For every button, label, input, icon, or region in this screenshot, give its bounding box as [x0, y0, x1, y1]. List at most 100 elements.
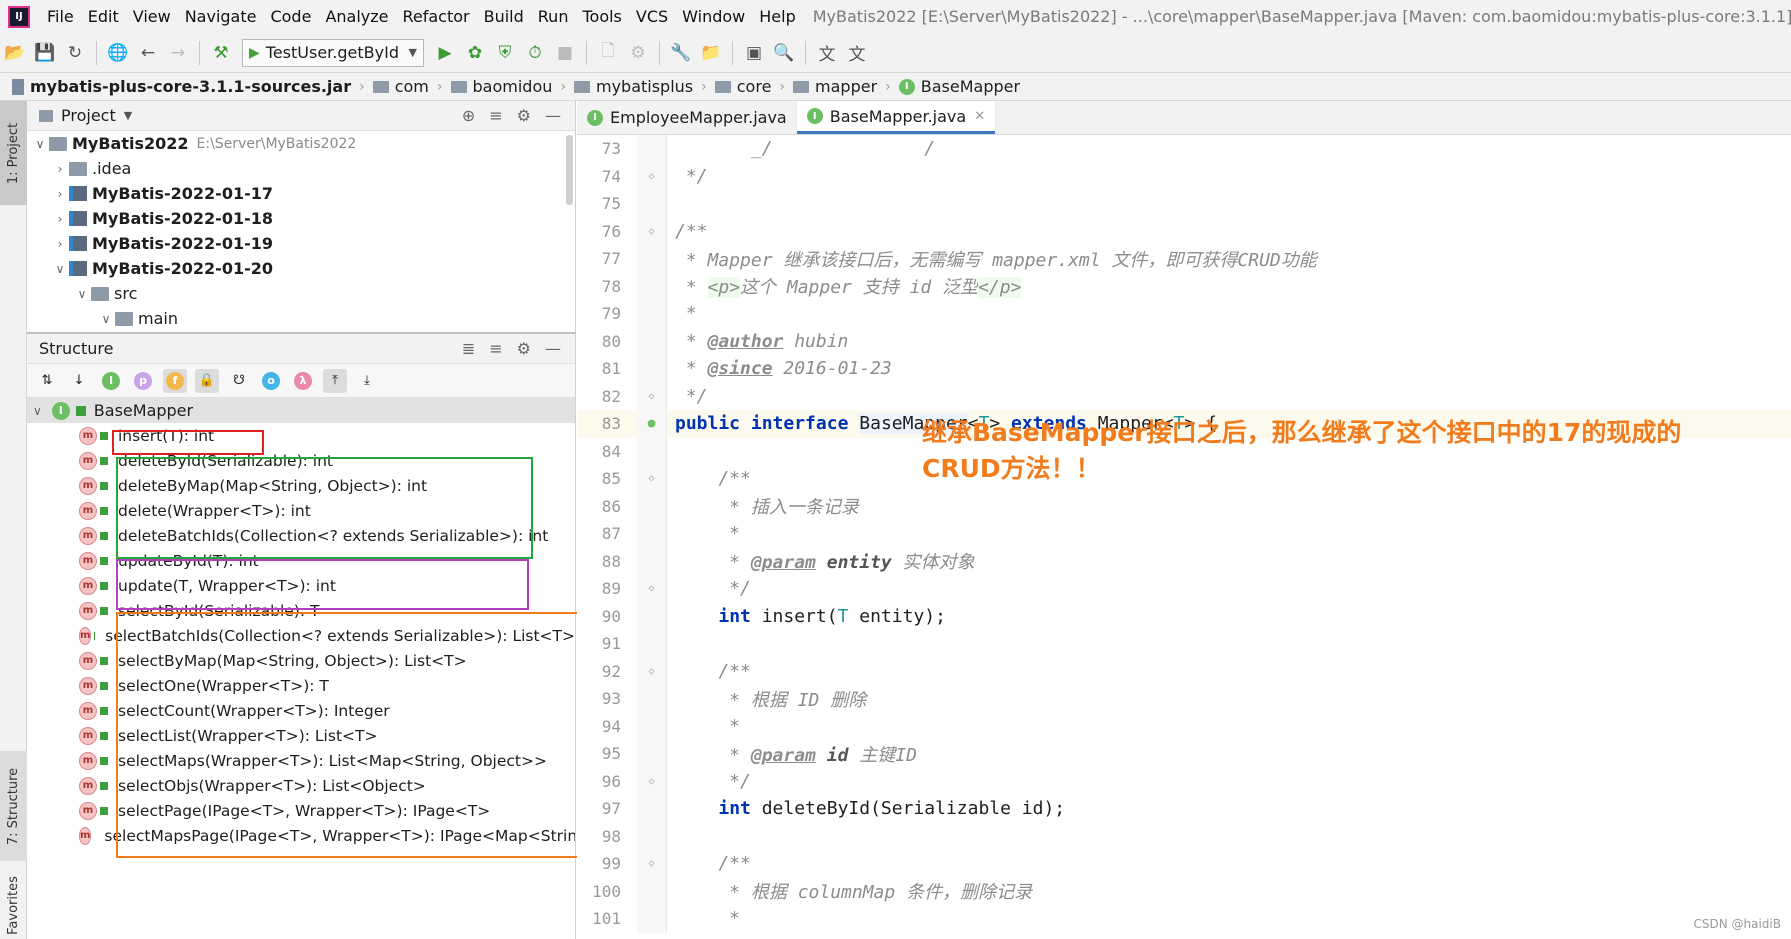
code-line[interactable]: 95 * @param id 主键ID — [577, 740, 1791, 768]
method-item-selectmaps[interactable]: m selectMaps(Wrapper<T>): List<Map<String… — [27, 748, 575, 773]
tree-item-main[interactable]: ∨ main — [27, 306, 575, 331]
gutter-marker[interactable]: ◇ — [637, 217, 667, 245]
code-line[interactable]: 89 ◇ */ — [577, 575, 1791, 603]
chevron-down-icon[interactable]: ∨ — [51, 262, 69, 276]
code-line[interactable]: 73 _/ / — [577, 135, 1791, 163]
build-hammer-icon[interactable]: ⚒ — [206, 39, 236, 67]
gutter-marker[interactable] — [637, 547, 667, 575]
code-line[interactable]: 77 * Mapper 继承该接口后，无需编写 mapper.xml 文件，即可… — [577, 245, 1791, 273]
menu-view[interactable]: View — [126, 7, 178, 26]
breadcrumb-core[interactable]: core — [714, 77, 771, 96]
code-line[interactable]: 93 * 根据 ID 删除 — [577, 685, 1791, 713]
code-line[interactable]: 79 * — [577, 300, 1791, 328]
method-item-update[interactable]: m update(T, Wrapper<T>): int — [27, 573, 575, 598]
gutter-marker[interactable] — [637, 602, 667, 630]
code-area[interactable]: 73 _/ / 74 ◇ */ 75 76 ◇ /** 77 * Mapper 继承该接口后，… — [577, 135, 1791, 933]
sort-by-visibility-icon[interactable]: ⇅ — [35, 369, 59, 393]
gutter-marker[interactable] — [637, 437, 667, 465]
gutter-marker[interactable] — [637, 740, 667, 768]
profile-icon[interactable]: ⏱ — [520, 39, 550, 67]
gutter-marker[interactable]: ◇ — [637, 575, 667, 603]
gutter-marker[interactable]: ◇ — [637, 382, 667, 410]
breadcrumb-com[interactable]: com — [372, 77, 429, 96]
menu-edit[interactable]: Edit — [81, 7, 126, 26]
code-line[interactable]: 75 — [577, 190, 1791, 218]
gutter-marker[interactable]: ◇ — [637, 162, 667, 190]
code-line[interactable]: 92 ◇ /** — [577, 657, 1791, 685]
code-line[interactable]: 99 ◇ /** — [577, 850, 1791, 878]
tree-item-module[interactable]: › MyBatis-2022-01-18 — [27, 206, 575, 231]
run-icon[interactable]: ▶ — [430, 39, 460, 67]
code-line[interactable]: 91 — [577, 630, 1791, 658]
method-item-selectone[interactable]: m selectOne(Wrapper<T>): T — [27, 673, 575, 698]
breadcrumb-baomidou[interactable]: baomidou — [450, 77, 552, 96]
code-line[interactable]: 81 * @since 2016-01-23 — [577, 355, 1791, 383]
tab-base-mapper[interactable]: I BaseMapper.java ✕ — [796, 101, 996, 134]
wrench-settings-icon[interactable]: 🔧 — [666, 39, 696, 67]
structure-tool-tab[interactable]: 7: Structure — [0, 751, 27, 861]
method-item-insert[interactable]: m insert(T): int — [27, 423, 575, 448]
code-line[interactable]: 94 * — [577, 712, 1791, 740]
gutter-marker[interactable]: ◇ — [637, 657, 667, 685]
method-item-selectbyid[interactable]: m selectById(Serializable): T — [27, 598, 575, 623]
gutter-marker[interactable]: ◇ — [637, 767, 667, 795]
minimize-icon[interactable]: — — [545, 106, 561, 125]
breadcrumb-jar[interactable]: mybatis-plus-core-3.1.1-sources.jar — [12, 77, 351, 96]
code-line[interactable]: 82 ◇ */ — [577, 382, 1791, 410]
stop-icon[interactable]: ■ — [550, 39, 580, 67]
method-item-selectobjs[interactable]: m selectObjs(Wrapper<T>): List<Object> — [27, 773, 575, 798]
tree-item-module[interactable]: › MyBatis-2022-01-19 — [27, 231, 575, 256]
code-line[interactable]: 97 int deleteById(Serializable id); — [577, 795, 1791, 823]
method-item-selectpage[interactable]: m selectPage(IPage<T>, Wrapper<T>): IPage… — [27, 798, 575, 823]
tree-item-idea[interactable]: › .idea — [27, 156, 575, 181]
method-item-selectbymap[interactable]: m selectByMap(Map<String, Object>): List<… — [27, 648, 575, 673]
translate-replace-icon[interactable]: 文 — [842, 39, 872, 67]
gutter-marker[interactable] — [637, 822, 667, 850]
chevron-right-icon[interactable]: › — [51, 162, 69, 176]
method-item-deletebymap[interactable]: m deleteByMap(Map<String, Object>): int — [27, 473, 575, 498]
project-structure-icon[interactable]: 📁 — [696, 39, 726, 67]
code-line[interactable]: 96 ◇ */ — [577, 767, 1791, 795]
back-arrow-icon[interactable]: ← — [133, 39, 163, 67]
gutter-marker[interactable]: ◇ — [637, 850, 667, 878]
sort-alphabetically-icon[interactable]: ↓ — [67, 369, 91, 393]
method-item-selectbatchids[interactable]: m selectBatchIds(Collection<? extends Ser… — [27, 623, 575, 648]
tab-employee-mapper[interactable]: I EmployeeMapper.java — [577, 101, 797, 134]
globe-icon[interactable]: 🌐 — [103, 39, 133, 67]
menu-help[interactable]: Help — [752, 7, 802, 26]
collapse-all-icon[interactable]: ≡ — [489, 339, 502, 358]
show-hierarchy-icon[interactable]: ☋ — [227, 369, 251, 393]
gear-icon[interactable]: ⚙ — [517, 106, 531, 125]
structure-root[interactable]: ∨ I BaseMapper — [27, 398, 575, 423]
code-line[interactable]: 87 * — [577, 520, 1791, 548]
gutter-marker[interactable] — [637, 712, 667, 740]
code-line[interactable]: 74 ◇ */ — [577, 162, 1791, 190]
menu-vcs[interactable]: VCS — [629, 7, 675, 26]
chevron-right-icon[interactable]: › — [51, 187, 69, 201]
coverage-icon[interactable]: ⛨ — [490, 39, 520, 67]
menu-navigate[interactable]: Navigate — [178, 7, 264, 26]
show-non-public-lock-icon[interactable]: 🔒 — [195, 368, 219, 393]
autoscroll-to-source-icon[interactable]: ⤒ — [323, 368, 347, 393]
minimize-icon[interactable]: — — [545, 339, 561, 358]
gear-icon[interactable]: ⚙ — [517, 339, 531, 358]
method-item-updatebyid[interactable]: m updateById(T): int — [27, 548, 575, 573]
code-line[interactable]: 100 * 根据 columnMap 条件，删除记录 — [577, 877, 1791, 905]
code-line[interactable]: 76 ◇ /** — [577, 217, 1791, 245]
menu-file[interactable]: File — [40, 7, 81, 26]
menu-analyze[interactable]: Analyze — [318, 7, 395, 26]
expand-all-icon[interactable]: ≣ — [462, 339, 475, 358]
debug-bug-icon[interactable]: ✿ — [460, 39, 490, 67]
gutter-marker[interactable] — [637, 135, 667, 163]
project-tool-tab[interactable]: 1: Project — [0, 101, 27, 205]
chevron-right-icon[interactable]: › — [51, 237, 69, 251]
project-panel-title[interactable]: Project — [61, 106, 116, 125]
show-fields-icon[interactable]: f — [163, 368, 187, 393]
tree-item-root[interactable]: ∨ MyBatis2022 E:\Server\MyBatis2022 — [27, 131, 575, 156]
tree-item-module[interactable]: ∨ MyBatis-2022-01-20 — [27, 256, 575, 281]
implemented-interface-icon[interactable]: ● — [648, 416, 656, 431]
gutter-marker[interactable] — [637, 327, 667, 355]
open-folder-icon[interactable]: 📂 — [0, 39, 30, 67]
chevron-down-icon[interactable]: ∨ — [31, 137, 49, 151]
gutter-marker[interactable]: ● — [637, 410, 667, 438]
